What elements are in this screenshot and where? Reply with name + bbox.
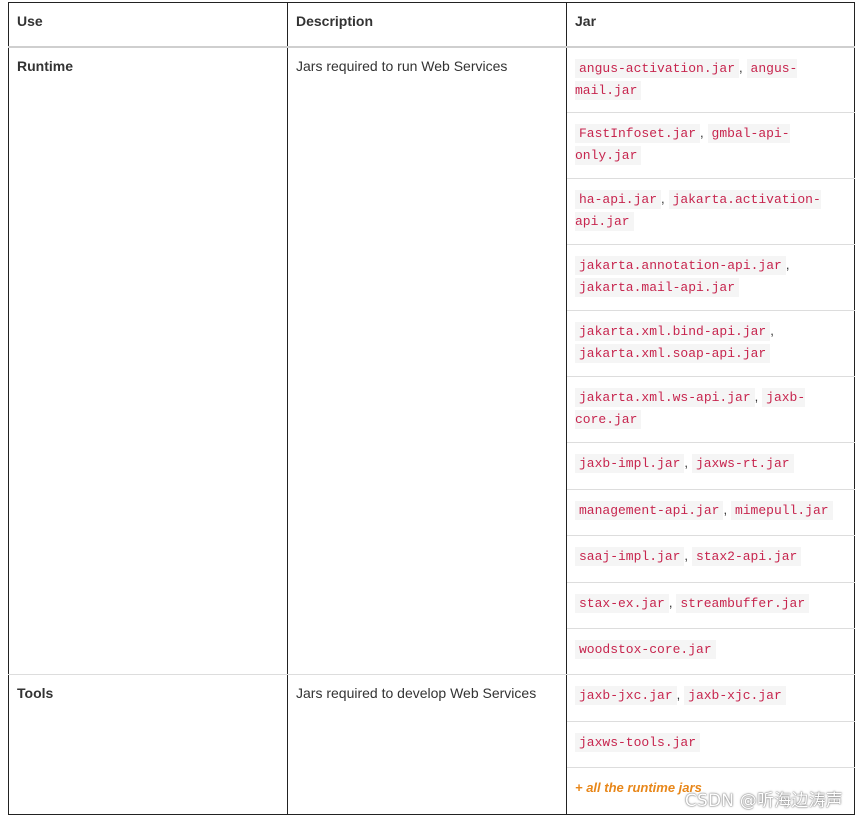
header-use: Use	[8, 2, 288, 48]
jar-separator: ,	[700, 125, 704, 140]
table-header: Use Description Jar	[8, 2, 855, 48]
jar-name: stax2-api.jar	[691, 547, 802, 566]
jar-name: jakarta.xml.soap-api.jar	[575, 344, 771, 363]
jar-name: jakarta.xml.ws-api.jar	[575, 388, 755, 407]
jar-name: saaj-impl.jar	[575, 547, 685, 566]
jar-cell: woodstox-core.jar	[566, 628, 855, 675]
use-cell: Runtime	[8, 46, 288, 675]
jar-cell: management-api.jar, mimepull.jar	[566, 489, 855, 536]
runtime-jars-note: + all the runtime jars	[575, 780, 702, 795]
description-cell: Jars required to develop Web Services	[287, 674, 567, 815]
header-row: Use Description Jar	[8, 2, 855, 48]
jar-name: angus-activation.jar	[575, 58, 740, 78]
jar-name: stax-ex.jar	[575, 594, 669, 613]
table-row: Runtime Jars required to run Web Services…	[8, 46, 855, 675]
jar-cell: jaxb-impl.jar, jaxws-rt.jar	[566, 442, 855, 490]
jar-separator: ,	[739, 59, 743, 75]
jar-cell: jaxb-jxc.jar, jaxb-xjc.jar	[566, 674, 855, 722]
jar-cell: angus-activation.jar, angus-mail.jar	[566, 46, 855, 113]
jar-name: jaxb-xjc.jar	[684, 686, 786, 705]
jar-name: woodstox-core.jar	[575, 640, 716, 659]
watermark: CSDN @听海边涛声	[684, 791, 843, 811]
jar-cell: FastInfoset.jar, gmbal-api-only.jar	[566, 112, 855, 179]
jar-name: jakarta.mail-api.jar	[575, 278, 740, 297]
jar-name: jakarta.annotation-api.jar	[575, 256, 786, 275]
jar-separator: ,	[723, 502, 728, 517]
jar-cell: stax-ex.jar, streambuffer.jar	[566, 582, 855, 629]
jar-separator: ,	[754, 389, 759, 404]
jar-name: ha-api.jar	[575, 190, 662, 209]
header-jar: Jar	[566, 2, 855, 48]
table-row: Tools Jars required to develop Web Servic…	[8, 674, 855, 815]
description-cell: Jars required to run Web Services	[287, 46, 567, 675]
jar-separator: ,	[661, 191, 665, 206]
jar-name: jaxb-jxc.jar	[575, 686, 677, 705]
jar-name: jaxb-impl.jar	[575, 454, 685, 473]
jar-separator: ,	[785, 257, 790, 272]
jar-separator: ,	[684, 455, 689, 470]
header-description: Description	[287, 2, 567, 48]
jar-cell: jaxws-tools.jar	[566, 721, 855, 768]
jar-cell: saaj-impl.jar, stax2-api.jar	[566, 535, 855, 583]
use-cell: Tools	[8, 674, 288, 815]
jar-cell: jakarta.annotation-api.jar, jakarta.mail…	[566, 244, 855, 311]
jar-cell: jakarta.xml.ws-api.jar, jaxb-core.jar	[566, 376, 855, 443]
table-body: Runtime Jars required to run Web Services…	[8, 46, 855, 815]
jar-separator: ,	[676, 687, 681, 702]
jar-name: jakarta.xml.bind-api.jar	[575, 322, 771, 341]
jar-separator: ,	[668, 595, 673, 610]
jar-cell: jakarta.xml.bind-api.jar, jakarta.xml.so…	[566, 310, 855, 377]
jar-name: management-api.jar	[575, 501, 724, 520]
jar-cell: ha-api.jar, jakarta.activation-api.jar	[566, 178, 855, 245]
jar-table: Use Description Jar Runtime Jars required…	[8, 2, 855, 815]
jar-name: mimepull.jar	[730, 501, 833, 520]
jar-name: jaxws-tools.jar	[575, 733, 701, 752]
jar-name: FastInfoset.jar	[575, 124, 701, 143]
jar-separator: ,	[770, 323, 774, 338]
jar-separator: ,	[684, 548, 689, 563]
jar-name: jaxws-rt.jar	[691, 454, 794, 473]
jar-name: streambuffer.jar	[676, 594, 810, 613]
